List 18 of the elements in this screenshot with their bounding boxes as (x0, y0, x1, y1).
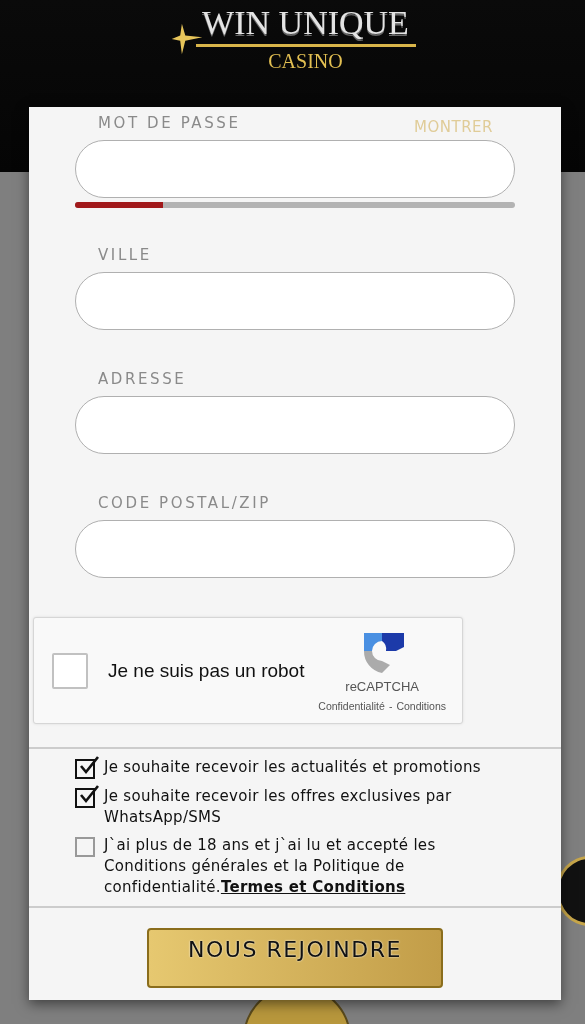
consent-text: J`ai plus de 18 ans et j`ai lu et accepté les Conditions générales et la Politique de confidentialité.Termes et Conditions (104, 835, 437, 898)
terms-link[interactable]: Termes et Conditions (220, 878, 406, 896)
join-button[interactable]: NOUS REJOINDRE (147, 928, 443, 988)
consent-text: Je souhaite recevoir les actualités et promotions (104, 757, 482, 778)
consent-text: Je souhaite recevoir les offres exclusives par WhatsApp/SMS (104, 786, 453, 828)
field-label: ADRESSE (98, 370, 187, 388)
captcha-brand: reCAPTCHA (345, 679, 419, 694)
logo-subtitle: CASINO (268, 49, 343, 73)
checkbox[interactable] (75, 837, 95, 857)
privacy-link[interactable]: Confidentialité (318, 700, 385, 712)
terms-link[interactable]: Conditions (396, 700, 446, 712)
link-separator: - (388, 700, 393, 712)
field-label: CODE POSTAL/ZIP (98, 494, 271, 512)
field-label: MOT DE PASSE (98, 114, 241, 132)
logo-wordmark: WIN UNIQUE (202, 4, 409, 42)
captcha-checkbox[interactable] (52, 652, 88, 689)
captcha-label: Je ne suis pas un robot (108, 659, 306, 682)
field-label: VILLE (98, 246, 152, 264)
